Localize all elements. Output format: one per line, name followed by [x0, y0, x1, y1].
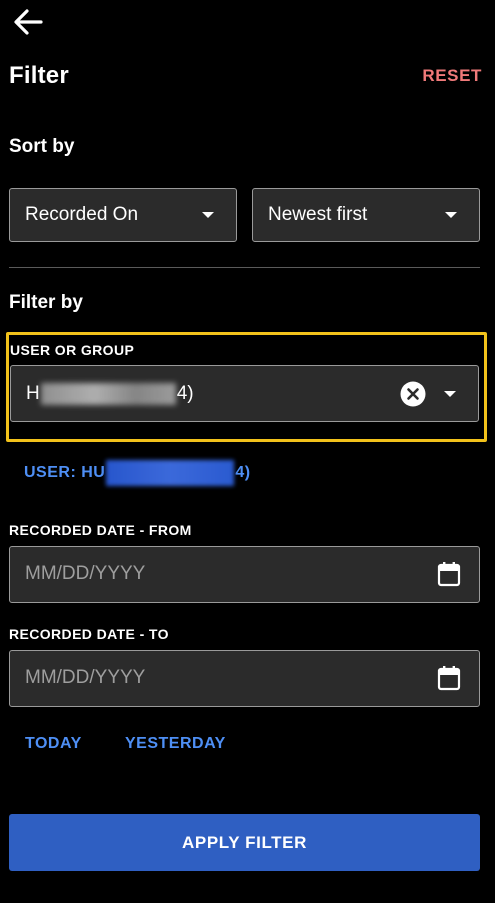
selected-user-start: USER: HU: [24, 464, 106, 481]
filter-by-heading: Filter by: [9, 292, 83, 313]
today-link[interactable]: TODAY: [25, 735, 82, 753]
date-from-label: RECORDED DATE - FROM: [9, 522, 192, 538]
date-from-input[interactable]: MM/DD/YYYY: [9, 546, 480, 603]
redacted-text: [40, 382, 176, 405]
date-to-placeholder: MM/DD/YYYY: [25, 667, 146, 688]
user-group-value-start: H: [26, 382, 40, 404]
clear-icon[interactable]: [400, 381, 426, 407]
user-group-value: H 4): [26, 382, 400, 405]
calendar-icon[interactable]: [437, 665, 461, 691]
divider: [9, 267, 480, 268]
user-group-label: USER OR GROUP: [10, 342, 135, 358]
sort-by-heading: Sort by: [9, 136, 75, 157]
selected-user-end: 4): [235, 464, 251, 481]
page-title: Filter: [9, 62, 69, 89]
sort-field-value: Recorded On: [25, 204, 139, 225]
arrow-left-icon: [14, 9, 43, 35]
user-group-select[interactable]: H 4): [10, 365, 479, 422]
selected-user-link[interactable]: USER: HU 4): [24, 460, 251, 486]
calendar-icon[interactable]: [437, 561, 461, 587]
date-from-placeholder: MM/DD/YYYY: [25, 563, 146, 584]
redacted-text: [106, 460, 235, 486]
date-to-input[interactable]: MM/DD/YYYY: [9, 650, 480, 707]
sort-field-select[interactable]: Recorded On: [9, 188, 237, 242]
chevron-down-icon: [445, 212, 457, 218]
reset-button[interactable]: RESET: [422, 66, 482, 86]
sort-order-value: Newest first: [268, 204, 368, 225]
apply-filter-button[interactable]: APPLY FILTER: [9, 814, 480, 871]
chevron-down-icon: [444, 390, 456, 397]
sort-order-select[interactable]: Newest first: [252, 188, 480, 242]
back-button[interactable]: [10, 6, 46, 38]
chevron-down-icon: [202, 212, 214, 218]
user-group-value-end: 4): [176, 382, 194, 404]
yesterday-link[interactable]: YESTERDAY: [125, 735, 226, 753]
date-to-label: RECORDED DATE - TO: [9, 626, 169, 642]
